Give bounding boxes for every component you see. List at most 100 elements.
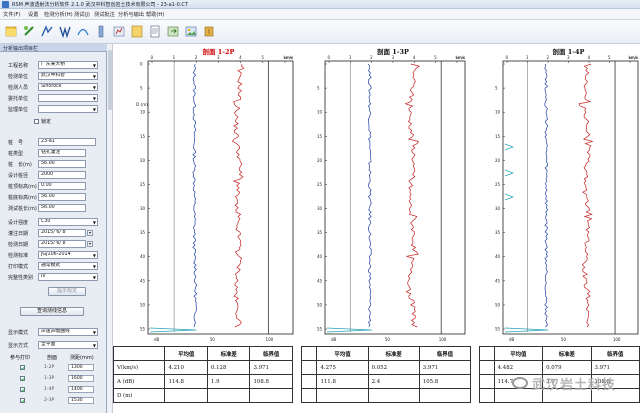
export-icon[interactable] <box>166 24 180 39</box>
hint-rule-button[interactable]: 提示规定 <box>48 287 86 296</box>
display-mode-select[interactable]: 声速声幅曲线 ▼ <box>38 328 98 336</box>
print-checkbox[interactable] <box>20 398 25 403</box>
app-icon <box>2 1 9 8</box>
open-file-icon[interactable] <box>4 24 18 39</box>
bottom-elevation-input[interactable]: 56.00 <box>38 193 86 201</box>
pile-length-input[interactable]: 56.00 <box>38 160 86 168</box>
print-checkbox[interactable] <box>20 376 25 381</box>
design-diameter-row: 设计桩径 2000 <box>0 170 107 180</box>
strength-select[interactable]: C30 ▼ <box>38 218 98 226</box>
depth-tick-label: 55 <box>495 327 501 332</box>
depth-tick-label: 15 <box>317 134 323 139</box>
menu-output[interactable]: 分析与输出 <box>118 11 144 18</box>
table-row: 1-4P 1400 <box>0 385 107 394</box>
menu-annotation[interactable]: 测试批注 <box>94 11 115 18</box>
menu-bar: 文件(F) 设置 检测分析(H) 测试(J) 测试批注 分析与输出 帮助(H) <box>0 9 640 20</box>
edit-icon[interactable] <box>40 24 54 39</box>
a-std: 2.4 <box>367 374 420 389</box>
std-header: 标准差 <box>542 346 592 361</box>
top-tick-label: 2 <box>195 55 198 60</box>
image-icon[interactable] <box>184 24 198 39</box>
strength-value: C30 <box>41 219 51 224</box>
calendar-icon[interactable]: ▾ <box>87 241 93 247</box>
profile-name: 1-2P <box>44 365 55 370</box>
top-elevation-row: 桩顶标高(m) 0.00 <box>0 181 107 191</box>
table-row: 2-3P 1530 <box>0 396 107 405</box>
print-checkbox[interactable] <box>20 387 25 392</box>
supervisor-select[interactable]: ▼ <box>38 105 98 113</box>
test-unit-select[interactable]: 武汉中科智 ▼ <box>38 72 98 80</box>
project-name-value: 广东某大桥 <box>41 62 65 67</box>
save-icon[interactable] <box>22 24 36 39</box>
judgement-select[interactable]: IV ▼ <box>38 273 98 281</box>
test-date-input[interactable]: 2015/ 6/ 8 <box>38 240 86 248</box>
depth-tick-label: 35 <box>495 230 501 235</box>
query-lines-button[interactable]: 查询测线信息 <box>20 307 84 316</box>
watermark-text: 武汉岩土科技 <box>532 378 617 393</box>
curve-icon[interactable] <box>76 24 90 39</box>
tester-select[interactable]: Sinorock ▼ <box>38 83 98 91</box>
depth-tick-label: 50 <box>317 302 323 307</box>
pour-date-input[interactable]: 2015/ 6/ 8 <box>38 229 86 237</box>
client-select[interactable]: ▼ <box>38 94 98 102</box>
top-tick-label: 2 <box>370 55 373 60</box>
test-unit-row: 检测单位 武汉中科智 ▼ <box>0 71 107 81</box>
scrollbar-thumb[interactable] <box>108 50 112 110</box>
depth-tick-label: 35 <box>140 230 146 235</box>
line-wave-icon[interactable] <box>58 24 72 39</box>
client-row: 委托单位 ▼ <box>0 93 107 103</box>
print-col-header: 参与打印 <box>10 355 31 361</box>
print-checkbox[interactable] <box>20 365 25 370</box>
pile-type-input[interactable]: 钻孔灌注 <box>38 149 86 157</box>
depth-tick-label: 10 <box>140 110 146 115</box>
distance-input[interactable]: 1400 <box>68 386 94 393</box>
analyze-icon[interactable] <box>112 24 126 39</box>
pile-id-input[interactable]: 23-a1 <box>38 138 96 146</box>
display-mode-row: 显示模式 声速声幅曲线 ▼ <box>0 327 107 337</box>
pile-icon[interactable] <box>94 24 108 39</box>
chevron-down-icon: ▼ <box>92 107 96 112</box>
bottom-tick-label: 100 <box>266 337 274 342</box>
menu-settings[interactable]: 设置 <box>28 11 38 18</box>
distance-input[interactable]: 1600 <box>68 375 94 382</box>
menu-help[interactable]: 帮助(H) <box>146 11 164 18</box>
depth-axis-label: D (m) <box>136 102 148 107</box>
depth-tick-label: 25 <box>140 182 146 187</box>
depth-tick-label: 25 <box>495 182 501 187</box>
depth-tick-label: 50 <box>495 302 501 307</box>
distance-input[interactable]: 1300 <box>68 364 94 371</box>
design-diameter-input[interactable]: 2000 <box>38 171 86 179</box>
depth-tick-label: 0 <box>140 62 143 67</box>
chevron-down-icon: ▼ <box>92 74 96 79</box>
report-icon[interactable] <box>130 24 144 39</box>
menu-test[interactable]: 测试(J) <box>74 11 90 18</box>
chevron-down-icon: ▼ <box>92 63 96 68</box>
project-name-select[interactable]: 广东某大桥 ▼ <box>38 61 98 69</box>
display-style-row: 显示方式 全平面 ▼ <box>0 340 107 350</box>
depth-tick-label: 30 <box>140 206 146 211</box>
exit-icon[interactable] <box>202 24 216 39</box>
calendar-icon[interactable]: ▾ <box>87 230 93 236</box>
a-mean: 111.8 <box>316 374 369 389</box>
lock-checkbox-row[interactable]: 锁定 <box>34 118 94 126</box>
mean-header: 平均值 <box>164 346 208 361</box>
amplitude-series-2 <box>404 63 421 328</box>
panel-header: 分析输出项目栏 <box>0 44 107 52</box>
lock-checkbox[interactable] <box>34 119 39 124</box>
amplitude-series-1 <box>231 63 245 328</box>
standard-select[interactable]: JGJ106-2014 ▼ <box>38 251 98 259</box>
display-style-select[interactable]: 全平面 ▼ <box>38 341 98 349</box>
menu-file[interactable]: 文件(F) <box>3 11 20 18</box>
bottom-tick-label: 50 <box>385 337 391 342</box>
bottom-tick-label: 50 <box>561 337 567 342</box>
print-mode-select[interactable]: 通常模式 ▼ <box>38 262 98 270</box>
bottom-anomaly-1 <box>149 327 197 333</box>
test-length-input[interactable]: 56.00 <box>38 204 86 212</box>
display-style-label: 显示方式 <box>8 343 29 349</box>
distance-input[interactable]: 1530 <box>68 397 94 404</box>
profile-name: 1-4P <box>44 387 55 392</box>
menu-analysis[interactable]: 检测分析(H) <box>44 11 73 18</box>
depth-tick-label: 40 <box>495 254 501 259</box>
top-elevation-input[interactable]: 0.00 <box>38 182 86 190</box>
report-doc-icon[interactable] <box>148 24 162 39</box>
